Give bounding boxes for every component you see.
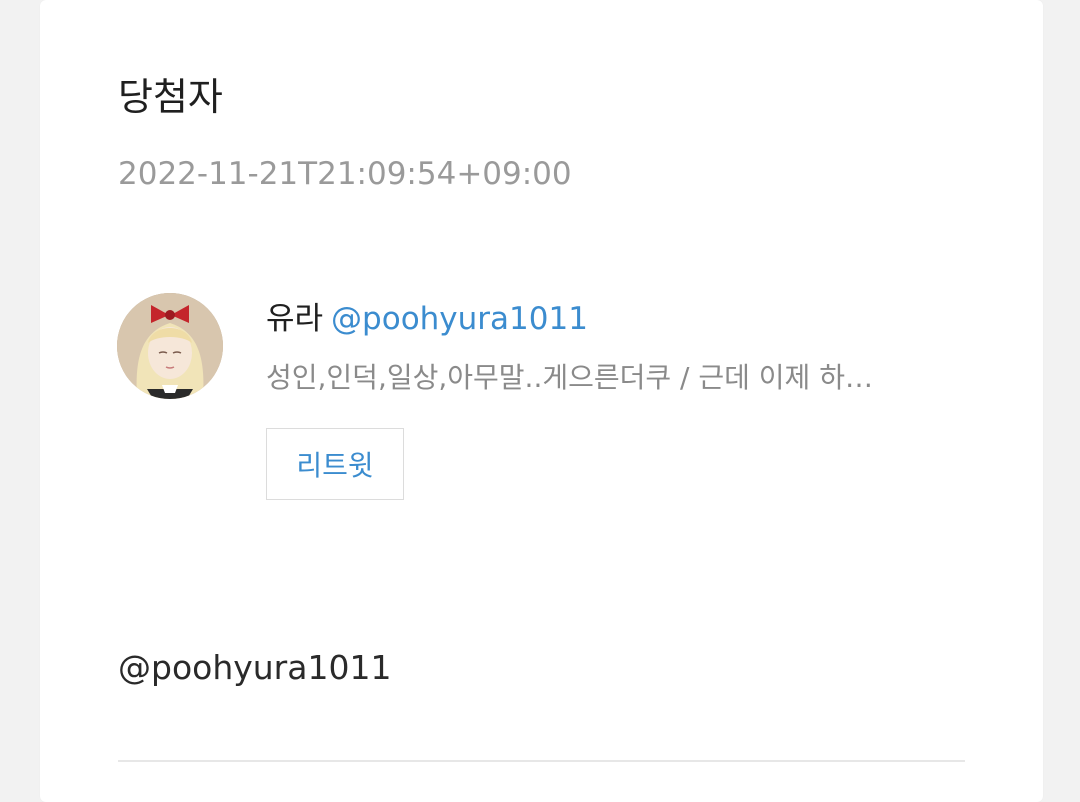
user-name: 유라 [266,301,324,337]
avatar[interactable] [117,293,223,399]
post-timestamp: 2022-11-21T21:09:54+09:00 [118,156,572,192]
user-bio: 성인,인덕,일상,아무말..게으른더쿠 / 근데 이제 하… [266,361,873,394]
doll-avatar-icon [117,293,223,399]
mention-text: @poohyura1011 [118,648,392,687]
winner-card: 당첨자 2022-11-21T21:09:54+09:00 유라 @poohyur… [40,0,1043,802]
divider [118,760,965,762]
retweet-button[interactable]: 리트윗 [266,428,404,500]
user-handle-link[interactable]: @poohyura1011 [331,301,588,337]
page-title: 당첨자 [118,75,223,119]
user-identity: 유라 @poohyura1011 [266,298,588,340]
